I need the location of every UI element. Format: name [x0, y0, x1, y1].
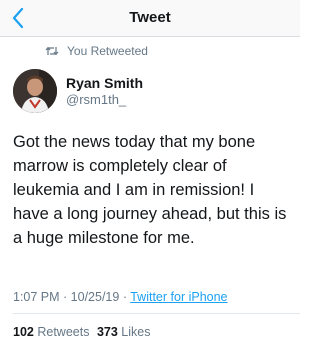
divider: [13, 313, 300, 314]
engagement-stats: 102 Retweets 373 Likes: [13, 325, 150, 339]
client-link[interactable]: Twitter for iPhone: [130, 290, 227, 304]
tweet-date: 10/25/19: [70, 290, 120, 304]
likes-count: 373: [96, 325, 118, 339]
retweets-stat[interactable]: 102 Retweets: [13, 325, 89, 339]
avatar-photo: [13, 69, 57, 113]
tweet-text: Got the news today that my bone marrow i…: [13, 133, 287, 247]
retweets-count: 102: [13, 325, 34, 339]
metadata-separator: ·: [59, 290, 71, 304]
tweet-time: 1:07 PM: [13, 290, 60, 304]
retweets-label: Retweets: [37, 325, 90, 339]
avatar[interactable]: [13, 69, 57, 113]
retweet-icon: [45, 46, 59, 56]
tweet-detail-screen: Tweet You Retweeted Ryan Smith @rsm1th_ …: [0, 0, 300, 352]
metadata-separator: ·: [119, 290, 131, 304]
navigation-bar: Tweet: [0, 0, 300, 37]
likes-label: Likes: [121, 325, 151, 339]
retweet-context: You Retweeted: [45, 44, 148, 58]
author-name[interactable]: Ryan Smith: [66, 75, 143, 91]
likes-stat[interactable]: 373 Likes: [97, 325, 151, 339]
page-title: Tweet: [129, 9, 171, 26]
tweet-metadata: 1:07 PM · 10/25/19 · Twitter for iPhone: [13, 290, 228, 304]
retweet-context-label: You Retweeted: [67, 44, 148, 58]
author-handle[interactable]: @rsm1th_: [66, 92, 126, 107]
